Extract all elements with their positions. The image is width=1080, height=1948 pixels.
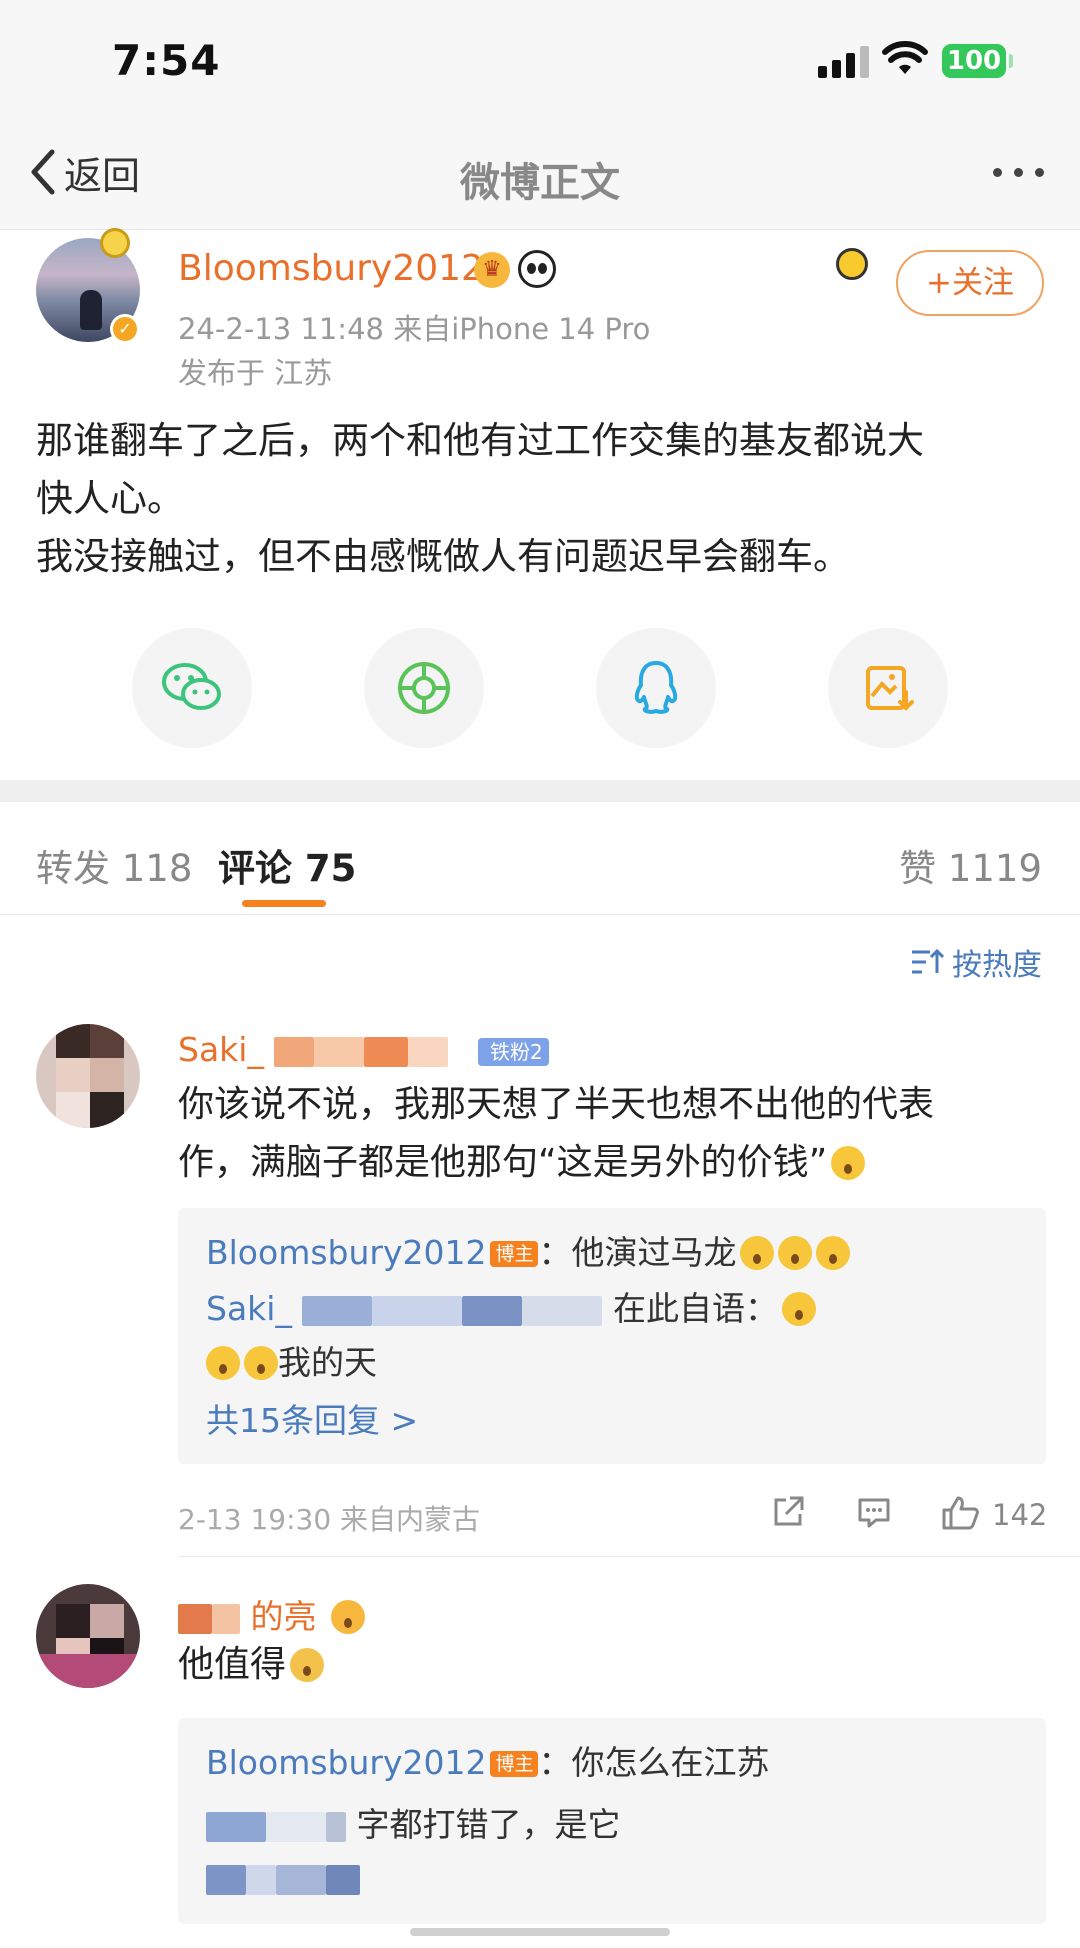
- crying-emoji-icon: [778, 1236, 813, 1270]
- panda-badge-icon[interactable]: [518, 250, 556, 288]
- reply-box[interactable]: Bloomsbury2012 博主 ：他演过马龙 Saki_ 在此自语： 我的天 共…: [178, 1208, 1046, 1464]
- qq-icon: [634, 661, 678, 714]
- status-time: 7:54: [112, 36, 221, 85]
- commenter-name[interactable]: Saki_: [178, 1030, 449, 1069]
- author-name[interactable]: Bloomsbury2012: [178, 248, 484, 289]
- reply-box[interactable]: Bloomsbury2012 博主 ：你怎么在江苏 字都打错了，是它: [178, 1718, 1046, 1924]
- thumbs-up-emoji-icon: [290, 1648, 325, 1682]
- like-icon[interactable]: [940, 1494, 980, 1532]
- save-image-button[interactable]: [828, 628, 948, 748]
- status-bar: 7:54 100: [0, 0, 1080, 112]
- dot-icon: [993, 168, 1002, 177]
- dot-icon: [1014, 168, 1023, 177]
- nav-bar: 返回 微博正文: [0, 112, 1080, 230]
- tab-likes[interactable]: 赞 1119: [899, 838, 1042, 892]
- post-location: 发布于 江苏: [178, 356, 333, 390]
- reply-text: ：你怎么在江苏: [538, 1743, 770, 1782]
- share-moments-button[interactable]: [364, 628, 484, 748]
- reply-item-hidden: [206, 1858, 360, 1897]
- moments-icon: [398, 662, 450, 714]
- post-text-line: 那谁翻车了之后，两个和他有过工作交集的基友都说大: [36, 419, 924, 462]
- commenter-avatar[interactable]: [36, 1024, 140, 1128]
- reply-item: 字都打错了，是它: [206, 1798, 621, 1846]
- reply-text: 字都打错了，是它: [356, 1805, 621, 1844]
- reply-comment-icon[interactable]: [856, 1494, 892, 1530]
- view-all-replies-link[interactable]: 共15条回复 >: [206, 1394, 418, 1442]
- reply-text: 我的天: [278, 1343, 377, 1382]
- flushed-emoji-icon: [206, 1346, 240, 1380]
- crown-badge-icon: [331, 1600, 365, 1634]
- signal-icon: [818, 46, 872, 78]
- comment-text-line: 你该说不说，我那天想了半天也想不出他的代表: [178, 1084, 935, 1125]
- reply-author[interactable]: Bloomsbury2012: [206, 1743, 486, 1782]
- post-text-line: 我没接触过，但不由感慨做人有问题迟早会翻车。: [36, 535, 850, 578]
- comment-text: 他值得: [178, 1636, 325, 1694]
- reply-text: ：他演过马龙: [538, 1233, 737, 1272]
- fan-badge: 铁粉2: [478, 1038, 549, 1066]
- follow-button[interactable]: +关注: [896, 250, 1044, 316]
- commenter-name-visible: Saki_: [178, 1030, 264, 1069]
- emoji-icon: [831, 1146, 866, 1180]
- comment-text-line: 他值得: [178, 1644, 287, 1685]
- tab-divider: [0, 914, 1080, 915]
- flushed-emoji-icon: [244, 1346, 278, 1380]
- dot-icon: [1035, 168, 1044, 177]
- flushed-emoji-icon: [781, 1292, 816, 1326]
- tab-repost[interactable]: 转发 118: [36, 838, 192, 892]
- crown-badge-icon[interactable]: ♛: [474, 252, 510, 288]
- more-options-button[interactable]: [993, 168, 1044, 177]
- section-divider: [0, 780, 1080, 802]
- battery-icon: 100: [942, 44, 1006, 78]
- reply-item: Saki_ 在此自语：: [206, 1282, 816, 1330]
- post-text-line: 快人心。: [36, 477, 184, 520]
- reply-author[interactable]: Bloomsbury2012: [206, 1233, 486, 1272]
- reply-author[interactable]: Saki_: [206, 1289, 292, 1328]
- sort-label: 按热度: [952, 948, 1042, 983]
- like-count: 142: [992, 1498, 1048, 1532]
- post-text: 那谁翻车了之后，两个和他有过工作交集的基友都说大 快人心。 我没接触过，但不由感…: [36, 412, 1046, 586]
- post-timestamp: 24-2-13 11:48 来自iPhone 14 Pro: [178, 312, 651, 346]
- share-qq-button[interactable]: [596, 628, 716, 748]
- save-image-icon: [866, 666, 914, 711]
- reply-item: Bloomsbury2012 博主 ：你怎么在江苏: [206, 1736, 769, 1784]
- comment-text: 你该说不说，我那天想了半天也想不出他的代表 作，满脑子都是他那句“这是另外的价钱…: [178, 1076, 934, 1192]
- sort-icon: [912, 948, 944, 974]
- home-indicator: [410, 1928, 670, 1936]
- tab-comments[interactable]: 评论 75: [218, 838, 356, 892]
- avatar-pendant-icon: [100, 228, 130, 258]
- comment-text-line: 作，满脑子都是他那句“这是另外的价钱”: [178, 1134, 934, 1192]
- comment-timestamp: 2-13 19:30 来自内蒙古: [178, 1503, 481, 1536]
- commenter-avatar[interactable]: [36, 1584, 140, 1688]
- host-tag: 博主: [490, 1241, 539, 1267]
- page-title: 微博正文: [460, 160, 620, 206]
- battery-tip: [1009, 54, 1013, 68]
- share-comment-icon[interactable]: [770, 1494, 806, 1530]
- verified-icon: ✓: [110, 314, 140, 344]
- commenter-name[interactable]: 的亮: [178, 1590, 365, 1638]
- reply-item: Bloomsbury2012 博主 ：他演过马龙: [206, 1226, 851, 1274]
- reply-text: 在此自语：: [612, 1289, 778, 1328]
- sort-button[interactable]: 按热度: [910, 940, 1042, 984]
- comment-divider: [178, 1556, 1080, 1557]
- crying-emoji-icon: [816, 1236, 851, 1270]
- share-wechat-button[interactable]: [132, 628, 252, 748]
- host-tag: 博主: [490, 1751, 539, 1777]
- wifi-icon: [882, 41, 928, 74]
- crying-emoji-icon: [740, 1236, 775, 1270]
- wechat-icon: [162, 663, 221, 710]
- reply-item: 我的天: [206, 1336, 377, 1384]
- active-tab-indicator: [242, 900, 326, 907]
- commenter-name-visible: 的亮: [250, 1597, 317, 1636]
